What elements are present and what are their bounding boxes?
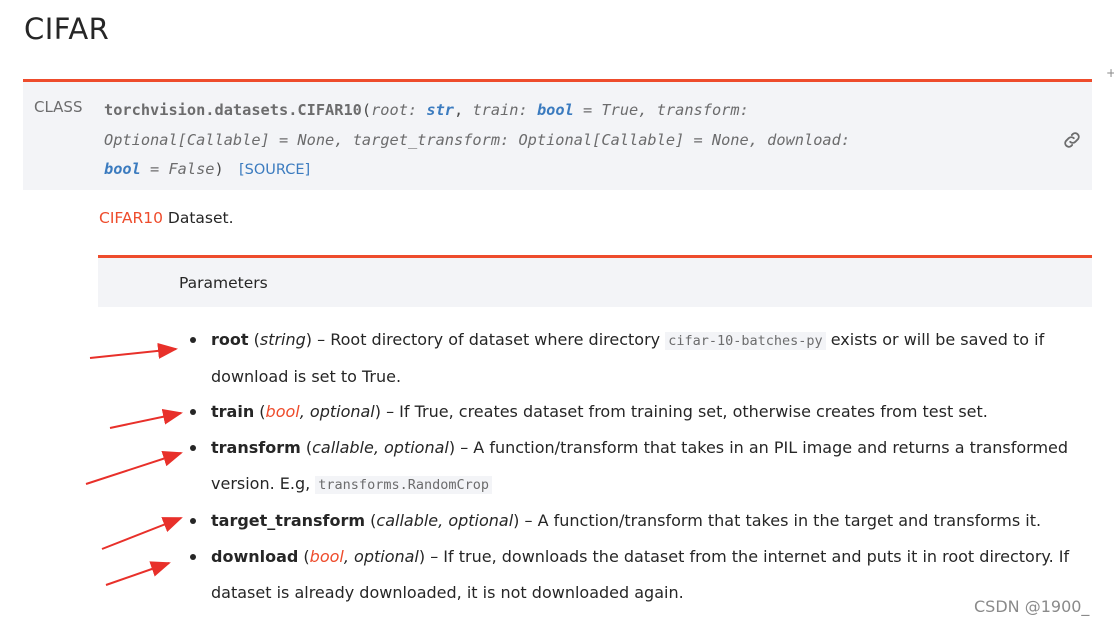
param-item-root: root (string) – Root directory of datase… [190,322,1090,395]
param-item-target-transform: target_transform (callable, optional) – … [190,503,1090,539]
param-name: transform [211,438,301,457]
arrow-transform [85,450,183,485]
bullet-icon [190,337,196,343]
sep: , [438,511,449,530]
class-description: CIFAR10 Dataset. [99,209,234,227]
arrow-train [109,408,183,429]
param-target-transform: target_transform: [352,130,510,149]
bullet-icon [190,518,196,524]
inline-code: cifar-10-batches-py [665,332,826,350]
param-text: – If True, creates dataset from training… [381,402,988,421]
paren: ( [254,402,266,421]
default-transform: = None, [269,130,344,149]
type-str[interactable]: str [426,101,454,119]
comma-1: , [454,101,464,119]
param-optional: optional [384,438,449,457]
param-item-train: train (bool, optional) – If True, create… [190,394,1090,430]
arrow-target-transform [101,517,183,550]
type-bool-1[interactable]: bool [537,101,574,119]
class-label: CLASS [34,98,83,116]
param-name: target_transform [211,511,366,530]
paren: ( [298,547,310,566]
param-type-link[interactable]: bool [310,547,344,566]
cifar10-link[interactable]: CIFAR10 [99,209,163,227]
param-train: train: [472,101,528,119]
bullet-icon [190,409,196,415]
param-item-transform: transform (callable, optional) – A funct… [190,430,1090,503]
param-type-link[interactable]: bool [266,402,300,421]
param-download: download: [767,130,851,149]
class-name: torchvision.datasets.CIFAR10 [104,101,362,119]
param-name: download [211,547,299,566]
param-item-download: download (bool, optional) – If true, dow… [190,539,1090,611]
arrow-download [105,561,171,586]
param-text: – Root directory of dataset where direct… [312,330,666,349]
param-type: callable [376,511,439,530]
bullet-icon [190,445,196,451]
paren: ( [248,330,260,349]
type-optional-callable-1: Optional[Callable] [104,130,270,149]
arrow-root [89,342,178,359]
sep: , [343,547,355,566]
param-name: root [211,330,249,349]
inline-code: transforms.RandomCrop [315,476,492,494]
param-transform: transform: [656,101,749,119]
param-type: callable [312,438,374,457]
param-optional: optional [309,402,375,421]
type-bool-2[interactable]: bool [104,160,141,178]
signature-code: torchvision.datasets.CIFAR10(root: str, … [104,96,984,186]
default-train: = True, [573,101,648,119]
sep: , [299,402,310,421]
parameters-label: Parameters [179,274,268,292]
param-root: root: [371,101,418,119]
paren: ( [300,438,313,457]
paren-open: ( [361,101,372,119]
source-link[interactable]: [SOURCE] [239,162,310,178]
parameters-header: Parameters [98,255,1092,307]
watermark: CSDN @1900_ [974,597,1090,616]
param-type: string [259,330,306,349]
param-text: – A function/transform that takes in the… [519,511,1042,530]
param-name: train [211,402,255,421]
param-optional: optional [354,547,419,566]
plus-mark: + [1106,66,1114,80]
page-title: CIFAR [24,12,110,46]
param-optional: optional [448,511,514,530]
default-target-transform: = None, [684,130,758,149]
sep: , [373,438,385,457]
bullet-icon [190,554,196,560]
class-signature: CLASS torchvision.datasets.CIFAR10(root:… [23,79,1092,190]
permalink-icon[interactable] [1061,129,1083,151]
paren-close: ) [214,160,224,178]
default-download: = False [140,160,215,178]
paren: ( [365,511,377,530]
description-text: Dataset. [162,209,234,227]
type-optional-callable-2: Optional[Callable] [518,130,685,149]
